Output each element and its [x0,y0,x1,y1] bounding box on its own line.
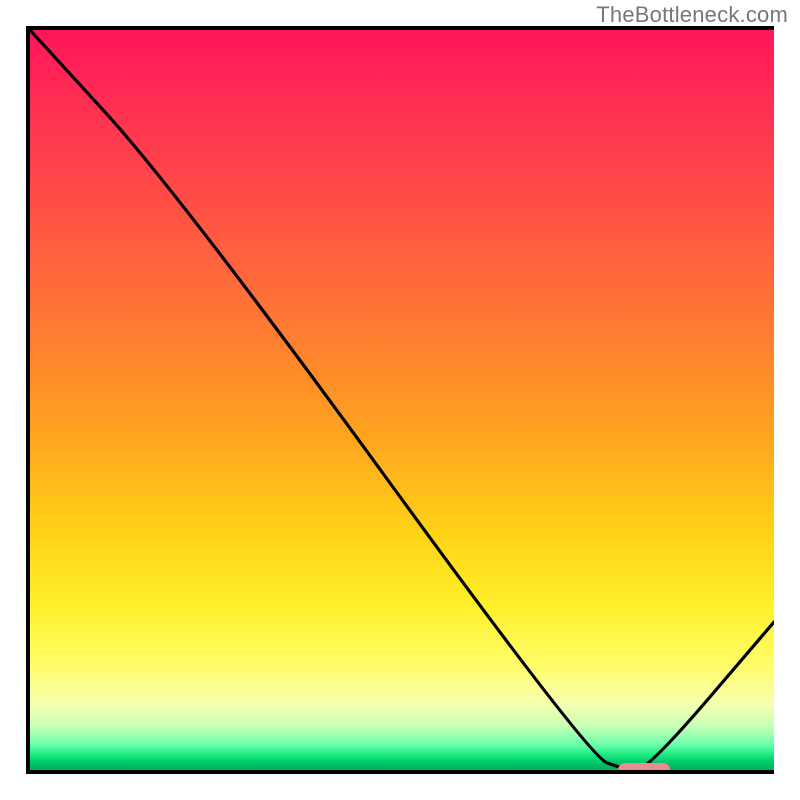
curve-path [30,30,774,770]
optimal-range-marker [618,763,670,774]
watermark-text: TheBottleneck.com [596,2,788,28]
plot-area [26,26,774,774]
bottleneck-curve [30,30,774,770]
chart-container: TheBottleneck.com [0,0,800,800]
